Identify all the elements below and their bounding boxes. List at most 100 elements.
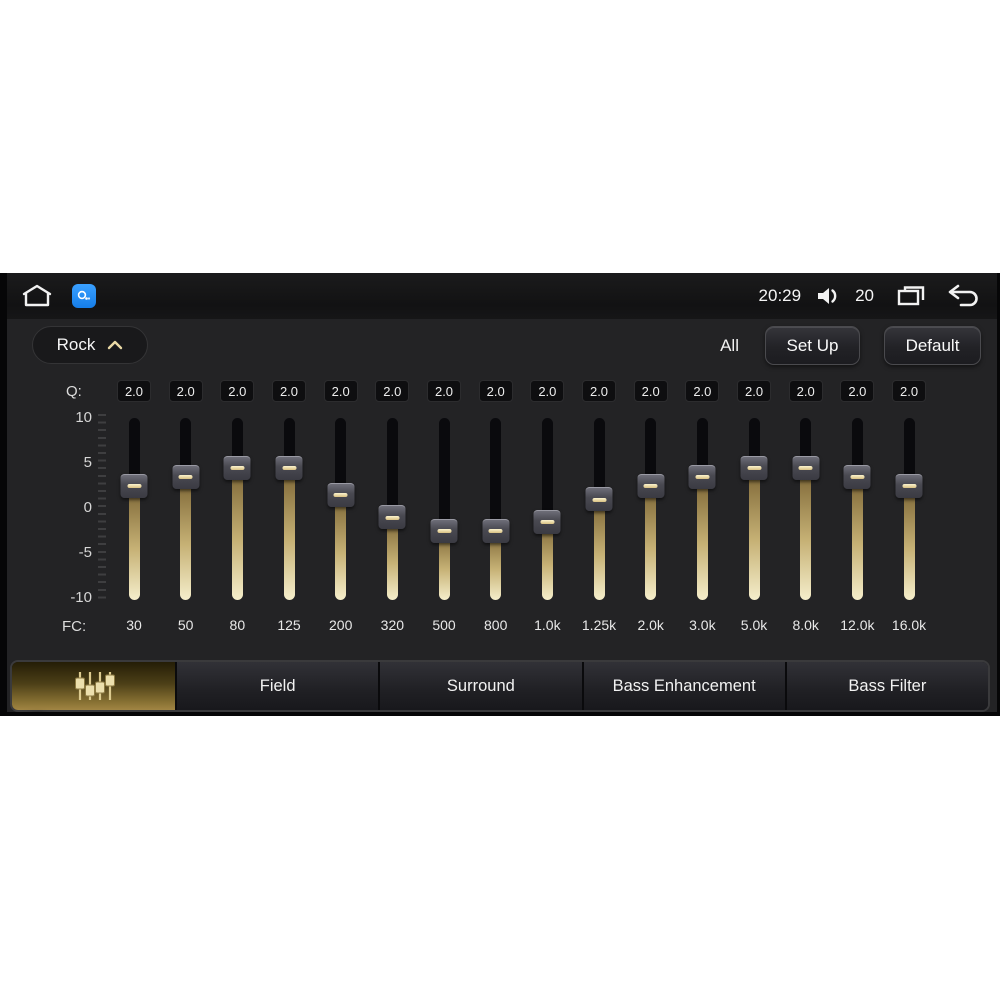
fc-row-label: FC: bbox=[62, 618, 87, 635]
freq-label: 2.0k bbox=[637, 617, 664, 633]
setup-button[interactable]: Set Up bbox=[765, 326, 860, 365]
back-icon[interactable] bbox=[946, 284, 980, 308]
freq-label: 30 bbox=[126, 617, 142, 633]
tab-bass-enhancement[interactable]: Bass Enhancement bbox=[581, 662, 785, 710]
recent-apps-icon[interactable] bbox=[896, 284, 926, 308]
q-value-box: 2.0 bbox=[892, 380, 927, 402]
preset-dropdown[interactable]: Rock bbox=[32, 326, 148, 364]
freq-label: 5.0k bbox=[740, 617, 768, 633]
slider-fill bbox=[696, 476, 708, 600]
q-value-box: 2.0 bbox=[220, 380, 255, 402]
gain-slider-200[interactable] bbox=[327, 418, 355, 600]
app-glyph-icon bbox=[77, 290, 91, 300]
tab-equalizer[interactable] bbox=[12, 662, 175, 710]
handle-dash bbox=[178, 475, 193, 479]
gain-slider-800[interactable] bbox=[482, 418, 510, 600]
slider-fill bbox=[748, 467, 760, 600]
handle-dash bbox=[798, 466, 813, 470]
slider-handle[interactable] bbox=[895, 473, 923, 498]
slider-handle[interactable] bbox=[482, 518, 510, 543]
handle-dash bbox=[540, 520, 555, 524]
default-button[interactable]: Default bbox=[884, 326, 981, 365]
audio-app-icon[interactable] bbox=[72, 284, 96, 308]
freq-label: 16.0k bbox=[891, 617, 927, 633]
gain-slider-8.0k[interactable] bbox=[792, 418, 820, 600]
slider-handle[interactable] bbox=[430, 518, 458, 543]
head-unit-screen: 20:29 20 Rock All Set Up Default Q: FC: … bbox=[0, 273, 1000, 716]
freq-label: 500 bbox=[432, 617, 456, 633]
slider-handle[interactable] bbox=[637, 473, 665, 498]
q-value-box: 2.0 bbox=[788, 380, 823, 402]
handle-dash bbox=[850, 475, 865, 479]
slider-fill bbox=[800, 467, 812, 600]
slider-fill bbox=[386, 517, 398, 600]
q-value-box: 2.0 bbox=[375, 380, 410, 402]
handle-dash bbox=[230, 466, 245, 470]
tab-bass-filter[interactable]: Bass Filter bbox=[784, 662, 988, 710]
db-scale-label: -5 bbox=[78, 544, 92, 561]
q-value-box: 2.0 bbox=[478, 380, 513, 402]
slider-handle[interactable] bbox=[533, 509, 561, 534]
freq-label: 50 bbox=[177, 617, 194, 633]
slider-handle[interactable] bbox=[585, 487, 613, 511]
slider-handle[interactable] bbox=[378, 505, 406, 529]
slider-fill bbox=[283, 467, 295, 600]
gain-slider-2.0k[interactable] bbox=[637, 418, 665, 600]
handle-dash bbox=[695, 475, 710, 479]
q-value-box: 2.0 bbox=[582, 380, 617, 402]
q-value-box: 2.0 bbox=[840, 380, 875, 402]
q-value-box: 2.0 bbox=[323, 380, 358, 402]
gain-slider-125[interactable] bbox=[275, 418, 303, 600]
gain-slider-12.0k[interactable] bbox=[843, 418, 871, 600]
gain-slider-1.25k[interactable] bbox=[585, 418, 613, 600]
all-label[interactable]: All bbox=[718, 336, 741, 356]
handle-dash bbox=[385, 515, 400, 520]
tab-label: Bass Filter bbox=[848, 676, 927, 695]
handle-dash bbox=[437, 529, 452, 533]
slider-fill bbox=[851, 476, 863, 600]
tab-field[interactable]: Field bbox=[175, 662, 379, 710]
clock: 20:29 bbox=[758, 286, 802, 305]
slider-handle[interactable] bbox=[275, 455, 303, 480]
slider-handle[interactable] bbox=[172, 464, 200, 489]
status-bar: 20:29 20 bbox=[0, 273, 1000, 319]
gain-slider-30[interactable] bbox=[120, 418, 148, 600]
slider-handle[interactable] bbox=[792, 455, 820, 480]
slider-handle[interactable] bbox=[223, 455, 251, 480]
freq-label: 8.0k bbox=[792, 617, 819, 633]
volume-level: 20 bbox=[855, 286, 874, 305]
handle-dash bbox=[282, 466, 296, 470]
slider-handle[interactable] bbox=[327, 482, 355, 507]
slider-fill bbox=[335, 494, 347, 600]
db-scale-label: -10 bbox=[70, 589, 92, 606]
slider-handle[interactable] bbox=[120, 473, 148, 498]
gain-slider-500[interactable] bbox=[430, 418, 458, 600]
tab-surround[interactable]: Surround bbox=[378, 662, 582, 710]
slider-fill bbox=[128, 485, 140, 600]
handle-dash bbox=[592, 497, 607, 502]
bezel-edge bbox=[0, 273, 7, 716]
slider-handle[interactable] bbox=[688, 464, 716, 489]
gain-slider-16.0k[interactable] bbox=[895, 418, 923, 600]
preset-label: Rock bbox=[56, 335, 96, 354]
gain-slider-80[interactable] bbox=[223, 418, 251, 600]
gain-slider-1.0k[interactable] bbox=[533, 418, 561, 600]
q-value-box: 2.0 bbox=[272, 380, 306, 402]
q-value-box: 2.0 bbox=[168, 380, 203, 402]
gain-slider-3.0k[interactable] bbox=[688, 418, 716, 600]
freq-label: 80 bbox=[229, 617, 246, 633]
q-value-box: 2.0 bbox=[685, 380, 720, 402]
handle-dash bbox=[747, 466, 762, 470]
slider-handle[interactable] bbox=[843, 464, 871, 489]
tab-label: Surround bbox=[446, 676, 515, 695]
gain-slider-50[interactable] bbox=[172, 418, 200, 600]
db-scale-ruler bbox=[98, 414, 106, 604]
freq-label: 1.0k bbox=[534, 617, 561, 633]
freq-label: 12.0k bbox=[840, 617, 875, 633]
gain-slider-320[interactable] bbox=[378, 418, 406, 600]
slider-handle[interactable] bbox=[740, 455, 768, 480]
gain-slider-5.0k[interactable] bbox=[740, 418, 768, 600]
handle-dash bbox=[127, 484, 141, 488]
home-icon[interactable] bbox=[20, 283, 54, 309]
handle-dash bbox=[488, 529, 503, 533]
